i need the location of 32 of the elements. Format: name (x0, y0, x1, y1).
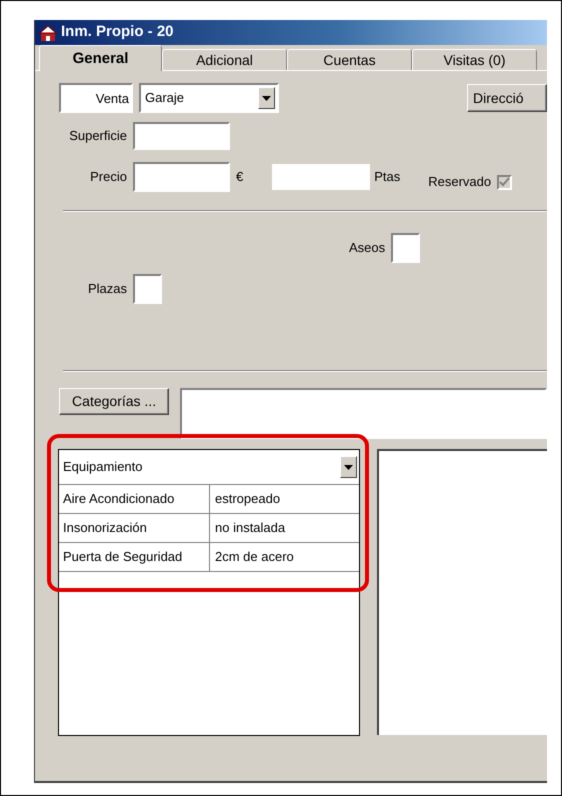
currency-label: Ptas (374, 168, 400, 186)
table-cell: 2cm de acero (210, 543, 359, 572)
price-field[interactable] (133, 162, 230, 192)
spaces-field[interactable] (133, 274, 162, 304)
dropdown-arrow-icon (262, 96, 271, 100)
table-cell: Insonorización (59, 514, 210, 543)
tab[interactable]: Cuentas (287, 49, 412, 70)
house-icon (39, 24, 57, 42)
tab[interactable]: Adicional (162, 49, 287, 70)
spaces-label: Plazas (86, 280, 128, 298)
surface-field[interactable] (133, 122, 230, 150)
equipment-selector[interactable]: Equipamiento (59, 450, 359, 485)
table-cell: Aire Acondicionado (59, 485, 210, 514)
table-cell: estropeado (210, 485, 359, 514)
table-cell: no instalada (210, 514, 359, 543)
window-title: Inm. Propio - 20 (61, 22, 174, 42)
address-button[interactable]: Direcció (467, 84, 547, 112)
categories-field[interactable] (180, 388, 547, 439)
dropdown-arrow-icon (344, 464, 353, 470)
toilets-field[interactable] (391, 233, 420, 263)
table-cell: Puerta de Seguridad (59, 543, 210, 572)
tab[interactable]: Visitas (0) (412, 49, 537, 70)
tab[interactable]: General (39, 45, 162, 71)
toilets-label: Aseos (349, 239, 386, 258)
surface-label: Superficie (68, 127, 128, 146)
categories-button[interactable]: Categorías ... (59, 388, 170, 415)
price-label: Precio (89, 168, 128, 186)
type-combo[interactable]: Garaje (139, 83, 279, 113)
pesetas-field[interactable] (272, 164, 370, 190)
currency-symbol: € (236, 168, 244, 186)
operation-field[interactable]: Venta (59, 83, 133, 113)
reserved-label: Reservado (428, 173, 492, 192)
